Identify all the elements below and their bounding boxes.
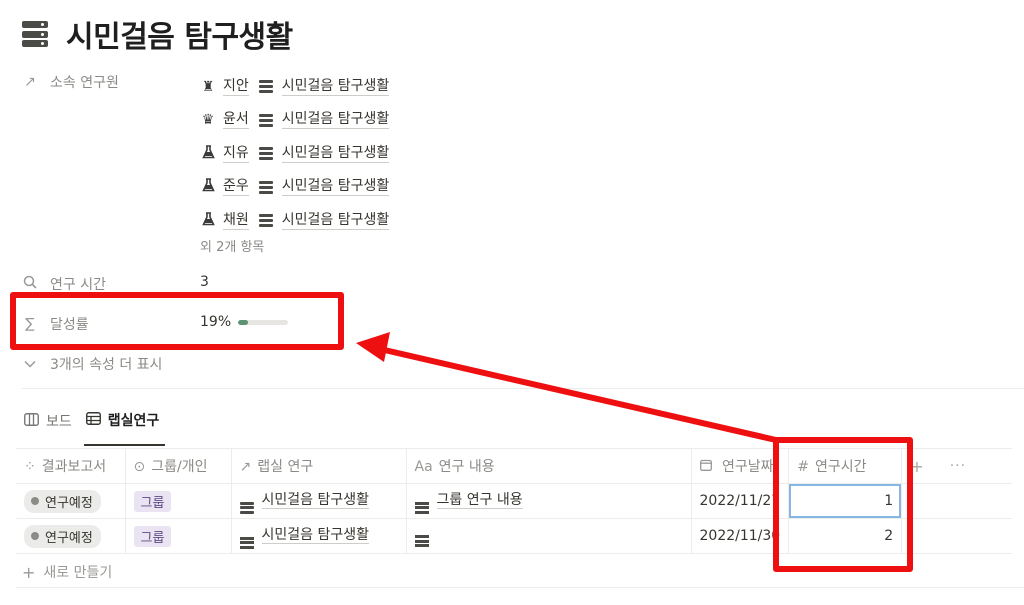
relation-arrow-icon: ↗ <box>239 459 252 475</box>
column-label: 결과보고서 <box>41 459 107 475</box>
crown-icon: ♛ <box>201 112 215 129</box>
divider <box>22 388 1024 389</box>
tab-label: 랩실연구 <box>107 413 160 429</box>
more-options-button[interactable]: ··· <box>941 448 1012 484</box>
tab-board[interactable]: 보드 <box>22 410 78 446</box>
database-icon <box>258 214 273 228</box>
property-research-time[interactable]: 연구 시간 <box>22 274 106 294</box>
show-more-properties[interactable]: 3개의 속성 더 표시 <box>22 354 162 374</box>
relation-page[interactable]: 시민걸음 탐구생활 <box>281 178 390 197</box>
lab-link[interactable]: 시민걸음 탐구생활 <box>261 526 369 544</box>
cell-group[interactable]: 그룹 <box>125 483 232 519</box>
status-label: 연구예정 <box>45 495 93 511</box>
annotation-box-achievement <box>10 292 344 350</box>
relation-person[interactable]: 윤서 <box>223 111 249 130</box>
column-label: 랩실 연구 <box>257 459 314 475</box>
tab-lab-research[interactable]: 랩실연구 <box>83 410 166 446</box>
column-header-lab[interactable]: ↗ 랩실 연구 <box>231 448 407 484</box>
calendar-icon <box>699 459 716 475</box>
cell-group[interactable]: 그룹 <box>125 518 232 554</box>
status-badge: 연구예정 <box>24 524 101 548</box>
page-icon <box>414 501 429 514</box>
page-icon <box>414 535 429 547</box>
column-label: 그룹/개인 <box>151 459 208 475</box>
database-icon <box>258 147 273 161</box>
status-dot <box>31 497 39 505</box>
page-header: 시민걸음 탐구생활 <box>22 12 293 56</box>
relation-item[interactable]: ♛ 윤서 시민걸음 탐구생활 <box>200 104 390 138</box>
chevron-down-icon <box>22 356 38 372</box>
status-dot <box>31 532 39 540</box>
empty-cell <box>941 483 1012 519</box>
relation-item[interactable]: ♜ 지안 시민걸음 탐구생활 <box>200 70 390 104</box>
annotation-box-hours-column <box>773 437 913 572</box>
database-icon <box>239 501 254 514</box>
relation-page[interactable]: 시민걸음 탐구생활 <box>281 212 390 230</box>
cell-report[interactable]: 연구예정 <box>16 483 126 519</box>
relation-person[interactable]: 지유 <box>223 145 249 163</box>
database-icon <box>258 113 273 127</box>
cell-report[interactable]: 연구예정 <box>16 518 126 554</box>
group-tag: 그룹 <box>133 525 172 547</box>
column-header-group[interactable]: ⊙ 그룹/개인 <box>125 448 232 484</box>
table-icon <box>85 411 101 429</box>
content-link[interactable]: 그룹 연구 내용 <box>436 491 523 509</box>
cell-content[interactable] <box>406 518 692 554</box>
new-row-label: 새로 만들기 <box>43 565 113 581</box>
property-label: 연구 시간 <box>50 277 106 293</box>
database-icon <box>22 21 48 47</box>
relation-person[interactable]: 채원 <box>223 212 249 230</box>
chess-rook-icon: ♜ <box>201 78 215 95</box>
relation-item[interactable]: 지유 시민걸음 탐구생활 <box>200 137 390 171</box>
relation-page[interactable]: 시민걸음 탐구생활 <box>281 78 390 96</box>
status-label: 연구예정 <box>45 530 93 546</box>
column-label: 연구 내용 <box>438 459 495 475</box>
empty-cell <box>941 518 1012 554</box>
tab-label: 보드 <box>46 414 72 430</box>
select-icon: ⊙ <box>133 459 146 475</box>
cell-content[interactable]: 그룹 연구 내용 <box>406 483 692 519</box>
flask-icon <box>200 178 216 196</box>
property-label: 소속 연구원 <box>50 75 119 91</box>
view-tabs: 보드 랩실연구 <box>22 410 171 446</box>
relation-item[interactable]: 준우 시민걸음 탐구생활 <box>200 171 390 205</box>
relation-person[interactable]: 준우 <box>223 178 249 197</box>
new-row-button[interactable]: + 새로 만들기 <box>22 562 112 582</box>
plus-icon: + <box>22 562 36 582</box>
status-badge: 연구예정 <box>24 489 101 513</box>
relation-page[interactable]: 시민걸음 탐구생활 <box>281 145 390 163</box>
more-items-link[interactable]: 외 2개 항목 <box>200 236 264 255</box>
page-title[interactable]: 시민걸음 탐구생활 <box>66 12 293 56</box>
relation-page[interactable]: 시민걸음 탐구생활 <box>281 111 390 130</box>
property-members[interactable]: ↗ 소속 연구원 <box>22 72 119 92</box>
members-relation-list[interactable]: ♜ 지안 시민걸음 탐구생활 ♛ 윤서 시민걸음 탐구생활 지유 시민걸음 탐구… <box>200 70 390 238</box>
flask-icon <box>200 144 216 163</box>
database-icon <box>239 536 254 549</box>
column-label: 연구날짜 <box>721 459 774 475</box>
column-header-report[interactable]: ⁘ 결과보고서 <box>16 448 126 484</box>
research-time-value[interactable]: 3 <box>200 274 209 290</box>
cell-lab[interactable]: 시민걸음 탐구생활 <box>231 483 407 519</box>
database-icon <box>258 80 273 94</box>
group-tag: 그룹 <box>133 490 172 512</box>
loading-icon: ⁘ <box>24 459 36 475</box>
relation-item[interactable]: 채원 시민걸음 탐구생활 <box>200 204 390 238</box>
text-icon: Aa <box>414 459 433 475</box>
more-icon: ··· <box>949 458 967 474</box>
show-more-label: 3개의 속성 더 표시 <box>50 357 163 373</box>
flask-icon <box>200 211 216 230</box>
column-header-content[interactable]: Aa 연구 내용 <box>406 448 692 484</box>
board-icon <box>24 412 39 430</box>
search-icon <box>22 275 38 293</box>
relation-person[interactable]: 지안 <box>223 78 249 96</box>
database-icon <box>258 180 273 194</box>
lab-link[interactable]: 시민걸음 탐구생활 <box>261 491 369 509</box>
relation-arrow-icon: ↗ <box>24 74 36 90</box>
divider <box>16 587 1024 588</box>
cell-lab[interactable]: 시민걸음 탐구생활 <box>231 518 407 554</box>
